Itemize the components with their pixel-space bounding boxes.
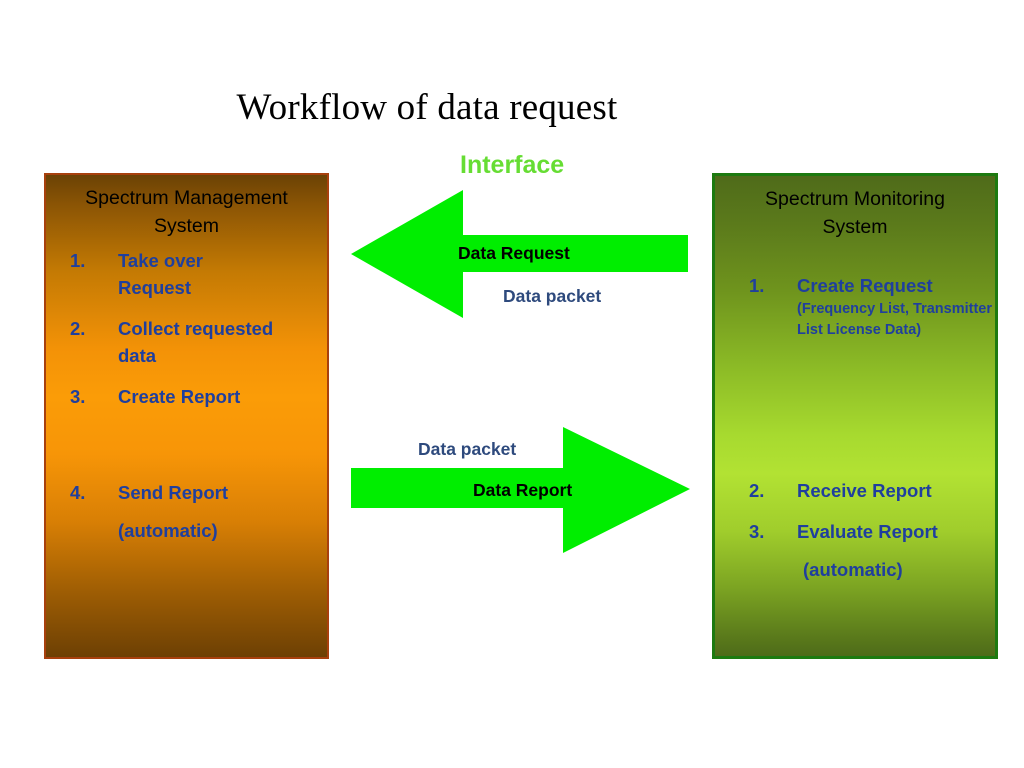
spectrum-management-system-box: Spectrum Management System 1. Take over … [44, 173, 329, 659]
list-item-label: Evaluate Report [797, 521, 938, 542]
list-item-number: 1. [749, 275, 765, 296]
list-item-label: Receive Report [797, 480, 932, 501]
list-item-label: Create Report [118, 386, 241, 407]
list-item-label: Send Report [118, 482, 228, 503]
list-item-number: 3. [749, 521, 765, 542]
slide-canvas: Workflow of data request Interface Spect… [0, 0, 1024, 768]
list-item-label: Collect requested [118, 318, 274, 339]
list-item-number: 2. [70, 318, 86, 339]
list-item: 3. Evaluate Report [749, 518, 938, 545]
list-item-number: 3. [70, 386, 86, 407]
right-box-header-line1: Spectrum Monitoring [765, 188, 945, 210]
page-title: Workflow of data request [0, 86, 1024, 129]
list-item-sublabel: (Frequency List, Transmitter List Licens… [797, 301, 992, 338]
right-box-automatic-note: (automatic) [803, 559, 903, 580]
interface-label: Interface [460, 151, 565, 179]
list-item: 4. Send Report [70, 479, 228, 506]
list-item: 2. Receive Report [749, 477, 932, 504]
list-item-label-cont: Request [118, 277, 191, 298]
data-packet-label-top: Data packet [503, 286, 602, 306]
page-title-text: Workflow of data request [236, 87, 618, 128]
list-item-number: 2. [749, 480, 765, 501]
left-box-automatic-note: (automatic) [118, 520, 218, 541]
list-item-label: Take over [118, 250, 204, 271]
list-item: 2. Collect requested data [70, 315, 273, 369]
spectrum-monitoring-system-box: Spectrum Monitoring System 1. Create Req… [712, 173, 998, 659]
list-item: 1. Create Request (Frequency List, Trans… [749, 272, 992, 341]
list-item-number: 1. [70, 250, 86, 271]
list-item: 1. Take over Request [70, 247, 203, 301]
list-item: 3. Create Report [70, 383, 240, 410]
data-request-label: Data Request [458, 243, 570, 263]
data-report-label: Data Report [473, 480, 573, 500]
right-box-header-line2: System [822, 216, 888, 238]
data-packet-label-bottom: Data packet [418, 439, 517, 459]
left-box-header-line2: System [153, 215, 219, 237]
list-item-label-cont: data [118, 345, 157, 366]
list-item-number: 4. [70, 482, 86, 503]
left-box-header-line1: Spectrum Management [85, 187, 288, 209]
right-box-header: Spectrum Monitoring System [715, 185, 995, 241]
left-box-header: Spectrum Management System [46, 184, 327, 240]
list-item-label: Create Request [797, 275, 933, 296]
